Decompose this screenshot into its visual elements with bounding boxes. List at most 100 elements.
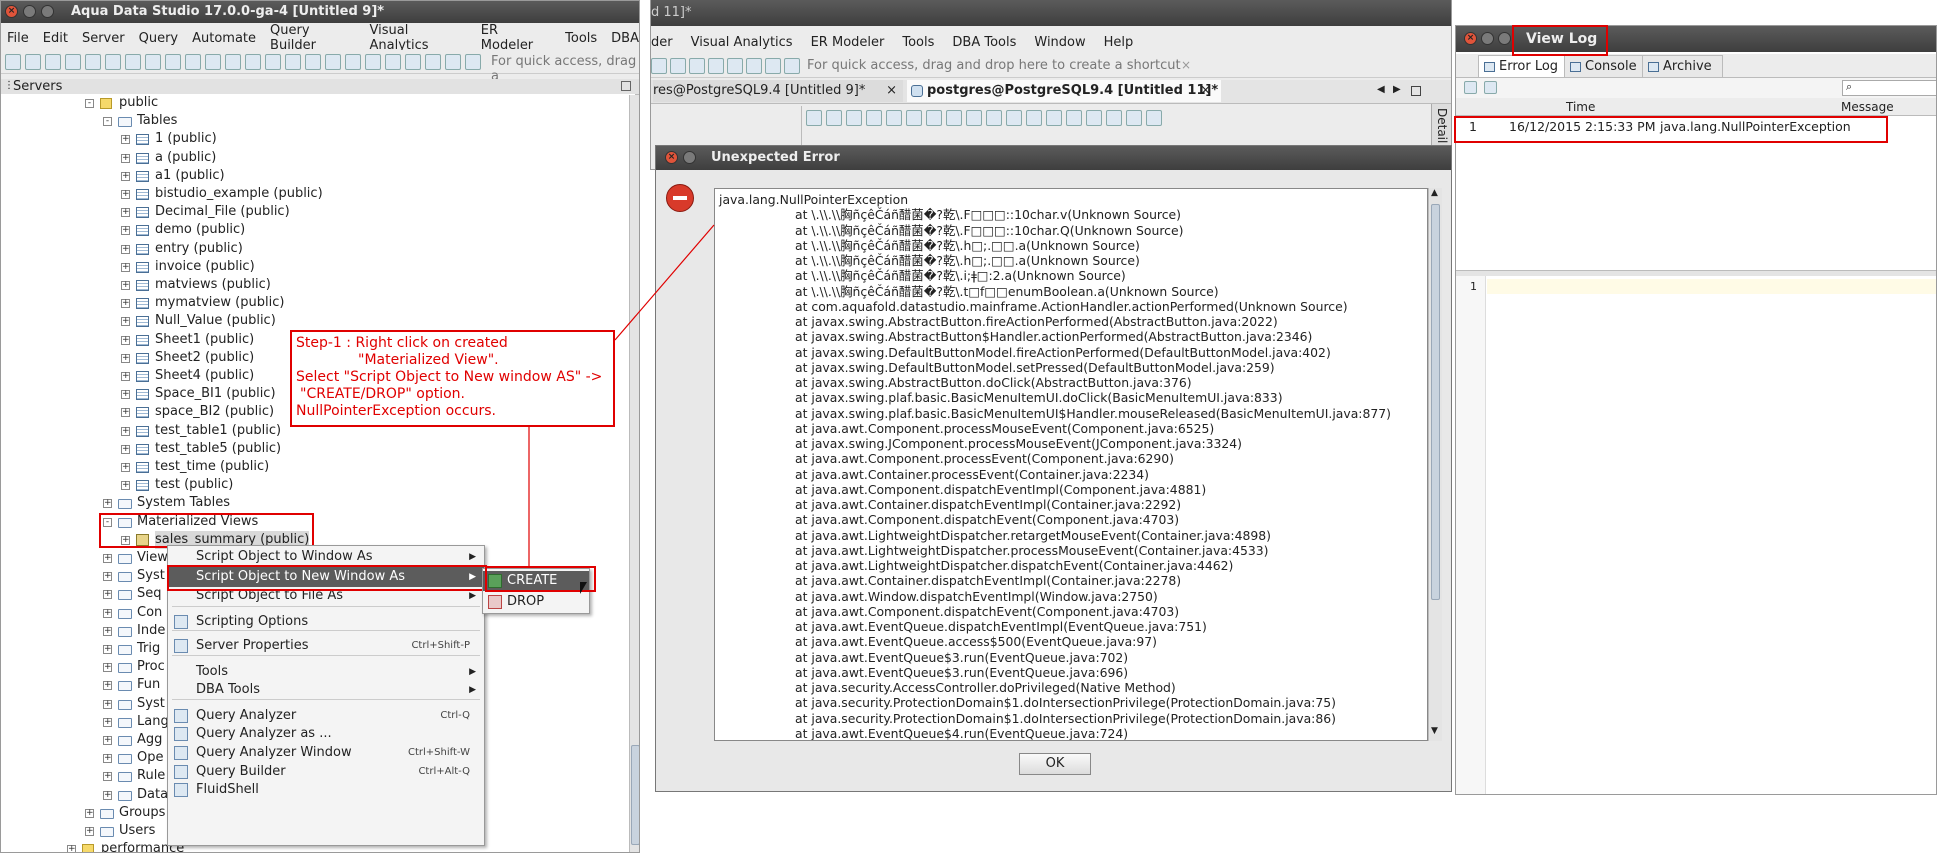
tab-scroll-left-icon[interactable]: ◀	[1377, 84, 1385, 95]
menu-item[interactable]: DBA Tools	[952, 35, 1016, 50]
menu-item[interactable]: Tools	[902, 35, 934, 50]
tree-node-table[interactable]: + a1 (public)	[1, 167, 631, 185]
context-menu-item[interactable]: Query Analyzer Ctrl-Q	[168, 706, 484, 726]
dialog-ok-button[interactable]: OK	[1019, 753, 1091, 775]
tree-node-system-tables[interactable]: + System Tables	[1, 494, 631, 512]
expand-icon[interactable]: +	[103, 608, 112, 618]
toolbar-button-icon[interactable]	[826, 110, 842, 126]
toolbar-button-icon[interactable]	[946, 110, 962, 126]
expand-icon[interactable]: +	[67, 845, 76, 852]
toolbar-button-icon[interactable]	[105, 54, 121, 70]
expand-icon[interactable]: +	[121, 426, 130, 436]
toolbar-button-icon[interactable]	[1066, 110, 1082, 126]
expand-icon[interactable]: +	[121, 281, 130, 290]
tree-node-table[interactable]: + demo (public)	[1, 221, 631, 239]
toolbar-button-icon[interactable]	[385, 54, 401, 70]
tab-untitled-11[interactable]: postgres@PostgreSQL9.4 [Untitled 11]* ×	[907, 80, 1221, 102]
toolbar-button-icon[interactable]	[325, 54, 341, 70]
toolbar-button-icon[interactable]	[345, 54, 361, 70]
view-log-minimize-icon[interactable]	[1481, 32, 1494, 45]
context-menu-item[interactable]: Tools ▶	[168, 662, 484, 682]
menu-item[interactable]: Query Builder	[270, 23, 355, 53]
expand-icon[interactable]: +	[103, 699, 112, 709]
menu-item[interactable]: DBA	[611, 31, 639, 46]
toolbar-button-icon[interactable]	[265, 54, 281, 70]
scroll-down-icon[interactable]: ▼	[1431, 726, 1438, 736]
expand-icon[interactable]: +	[103, 626, 112, 636]
toolbar-button-icon[interactable]	[125, 54, 141, 70]
expand-icon[interactable]: +	[85, 827, 94, 836]
menu-item[interactable]: Visual Analytics	[691, 35, 793, 50]
toolbar-button-icon[interactable]	[45, 54, 61, 70]
expand-icon[interactable]: +	[121, 372, 130, 381]
toolbar-button-icon[interactable]	[784, 58, 800, 74]
toolbar-button-icon[interactable]	[65, 54, 81, 70]
toolbar-button-icon[interactable]	[205, 54, 221, 70]
edit-icon[interactable]	[1464, 81, 1477, 94]
toolbar-button-icon[interactable]	[445, 54, 461, 70]
quick-access-close-icon[interactable]: ×	[1181, 58, 1191, 72]
expand-icon[interactable]: +	[103, 572, 112, 582]
expand-icon[interactable]: +	[103, 717, 112, 727]
collapse-icon[interactable]: -	[103, 117, 112, 127]
expand-icon[interactable]: +	[121, 171, 130, 181]
expand-icon[interactable]: +	[121, 481, 130, 491]
expand-icon[interactable]: +	[85, 808, 94, 818]
menu-item[interactable]: ER Modeler	[811, 35, 885, 50]
toolbar-button-icon[interactable]	[986, 110, 1002, 126]
toolbar-button-icon[interactable]	[185, 54, 201, 70]
scroll-up-icon[interactable]: ▲	[1431, 188, 1438, 198]
toolbar-button-icon[interactable]	[670, 58, 686, 74]
toolbar-button-icon[interactable]	[866, 110, 882, 126]
dialog-close-icon[interactable]: ×	[665, 151, 678, 164]
context-menu-item[interactable]: Scripting Options	[168, 612, 484, 632]
collapse-icon[interactable]: -	[85, 99, 94, 108]
toolbar-button-icon[interactable]	[765, 58, 781, 74]
tree-scrollbar[interactable]	[629, 95, 639, 852]
tree-node-table[interactable]: + mymatview (public)	[1, 294, 631, 312]
toolbar-button-icon[interactable]	[305, 54, 321, 70]
toolbar-button-icon[interactable]	[651, 58, 667, 74]
tree-node-table[interactable]: + matviews (public)	[1, 276, 631, 294]
toolbar-button-icon[interactable]	[746, 58, 762, 74]
toolbar-button-icon[interactable]	[1046, 110, 1062, 126]
toolbar-button-icon[interactable]	[1026, 110, 1042, 126]
tree-node-table[interactable]: + entry (public)	[1, 240, 631, 258]
expand-icon[interactable]: +	[103, 754, 112, 764]
menu-item[interactable]: Server	[82, 31, 125, 46]
context-menu-item[interactable]: Server Properties Ctrl+Shift-P	[168, 636, 484, 656]
tab-scroll-right-icon[interactable]: ▶	[1393, 84, 1401, 95]
stack-trace-area[interactable]: java.lang.NullPointerException at \.\\.\\…	[714, 188, 1428, 741]
context-menu-item[interactable]: Query Builder Ctrl+Alt-Q	[168, 762, 484, 782]
expand-icon[interactable]: +	[103, 790, 112, 800]
tree-node-table[interactable]: + Decimal_File (public)	[1, 203, 631, 221]
expand-icon[interactable]: +	[121, 390, 130, 400]
expand-icon[interactable]: +	[103, 663, 112, 673]
toolbar-button-icon[interactable]	[846, 110, 862, 126]
context-menu-item[interactable]: Query Analyzer as ...	[168, 724, 484, 744]
tree-node-table[interactable]: +1 (public)	[1, 130, 631, 148]
expand-icon[interactable]: +	[103, 681, 112, 691]
toolbar-button-icon[interactable]	[966, 110, 982, 126]
toolbar-button-icon[interactable]	[285, 54, 301, 70]
copy-icon[interactable]	[1484, 81, 1497, 94]
close-icon[interactable]: ×	[5, 5, 18, 18]
menu-item[interactable]: Query	[139, 31, 179, 46]
menu-item[interactable]: Visual Analytics	[370, 23, 467, 53]
toolbar-button-icon[interactable]	[727, 58, 743, 74]
expand-icon[interactable]: +	[121, 135, 130, 145]
toolbar-button-icon[interactable]	[1146, 110, 1162, 126]
maximize-icon[interactable]	[41, 5, 54, 18]
expand-icon[interactable]: +	[103, 499, 112, 509]
toolbar-button-icon[interactable]	[85, 54, 101, 70]
tree-node-table[interactable]: + Null_Value (public)	[1, 312, 631, 330]
expand-icon[interactable]: +	[121, 208, 130, 218]
tree-node-table[interactable]: + test_time (public)	[1, 458, 631, 476]
tree-node-tables[interactable]: - Tables	[1, 112, 631, 130]
menu-item[interactable]: Help	[1104, 35, 1134, 50]
toolbar-button-icon[interactable]	[689, 58, 705, 74]
tree-node-table[interactable]: + invoice (public)	[1, 258, 631, 276]
menu-item[interactable]: der	[651, 35, 673, 50]
expand-icon[interactable]: +	[121, 408, 130, 418]
tree-node-public[interactable]: - public	[1, 94, 631, 112]
